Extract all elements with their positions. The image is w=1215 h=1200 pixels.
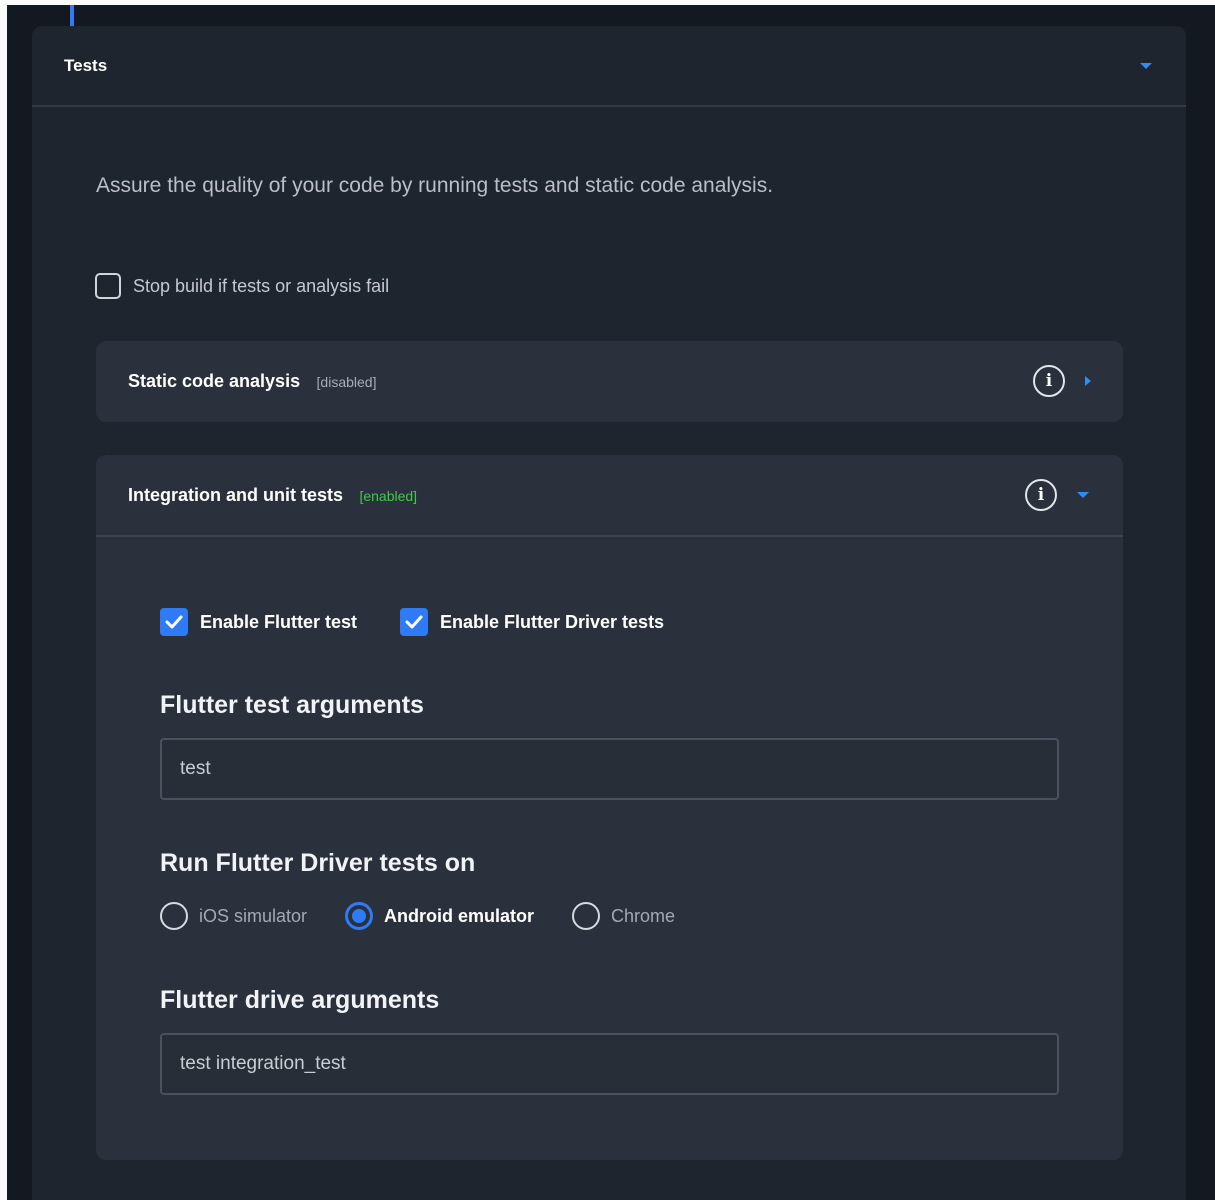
enable-flutter-driver-checkbox[interactable]	[400, 608, 428, 636]
expand-caret-icon[interactable]	[1085, 376, 1091, 386]
radio-label: Android emulator	[384, 905, 535, 926]
integration-tests-card: Integration and unit tests [enabled] i E…	[96, 455, 1123, 1160]
card-divider	[96, 535, 1123, 537]
stop-build-label: Stop build if tests or analysis fail	[133, 275, 390, 296]
enable-flutter-test-checkbox[interactable]	[160, 608, 188, 636]
panel-description: Assure the quality of your code by runni…	[96, 174, 774, 197]
run-driver-on-label: Run Flutter Driver tests on	[160, 849, 476, 877]
integration-tests-header[interactable]: Integration and unit tests [enabled] i	[96, 455, 1123, 535]
flutter-drive-args-label: Flutter drive arguments	[160, 986, 440, 1014]
flutter-test-args-label: Flutter test arguments	[160, 691, 424, 719]
flutter-drive-args-input[interactable]	[160, 1033, 1059, 1095]
static-analysis-status: [disabled]	[316, 373, 377, 390]
checkmark-icon	[165, 615, 183, 629]
integration-tests-title: Integration and unit tests	[128, 484, 344, 505]
radio-label: iOS simulator	[199, 905, 308, 926]
stop-build-checkbox[interactable]	[95, 273, 121, 299]
static-analysis-card: Static code analysis [disabled] i	[96, 341, 1123, 422]
static-analysis-title: Static code analysis	[128, 370, 301, 391]
enable-flutter-driver-label: Enable Flutter Driver tests	[440, 611, 665, 632]
info-icon[interactable]: i	[1025, 479, 1057, 511]
radio-button[interactable]	[345, 902, 374, 930]
enable-flutter-test-label: Enable Flutter test	[200, 611, 358, 632]
radio-chrome[interactable]: Chrome	[572, 902, 675, 930]
integration-tests-status: [enabled]	[359, 487, 418, 504]
enable-flutter-driver-row[interactable]: Enable Flutter Driver tests	[400, 608, 664, 636]
radio-android-emulator[interactable]: Android emulator	[345, 902, 534, 930]
radio-ios-simulator[interactable]: iOS simulator	[160, 902, 307, 930]
tests-panel-header[interactable]: Tests	[32, 26, 1186, 107]
enable-flutter-test-row[interactable]: Enable Flutter test	[160, 608, 357, 636]
radio-button[interactable]	[160, 902, 188, 930]
radio-button[interactable]	[572, 902, 601, 930]
tests-panel: Tests Assure the quality of your code by…	[32, 26, 1186, 1200]
static-analysis-header[interactable]: Static code analysis [disabled] i	[96, 341, 1123, 421]
info-icon[interactable]: i	[1033, 365, 1065, 397]
run-target-radio-group: iOS simulator Android emulator Chrome	[160, 902, 713, 930]
radio-label: Chrome	[611, 905, 676, 926]
panel-title: Tests	[64, 55, 108, 75]
collapse-caret-icon[interactable]	[1077, 492, 1089, 498]
collapse-caret-icon[interactable]	[1140, 62, 1152, 69]
checkmark-icon	[405, 615, 423, 629]
nav-accent-bar	[70, 5, 74, 27]
flutter-test-args-input[interactable]	[160, 738, 1059, 800]
stop-build-checkbox-row[interactable]: Stop build if tests or analysis fail	[95, 273, 389, 299]
